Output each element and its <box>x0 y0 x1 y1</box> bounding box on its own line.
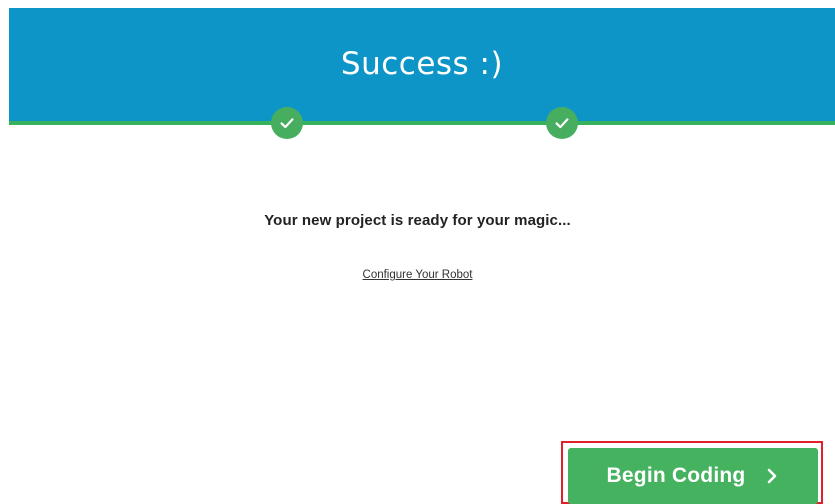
step-1-checkmark-icon <box>271 107 303 139</box>
chevron-right-icon <box>768 468 777 484</box>
progress-line <box>9 121 835 125</box>
ready-message: Your new project is ready for your magic… <box>264 212 571 229</box>
configure-robot-link[interactable]: Configure Your Robot <box>363 269 473 281</box>
configure-link-container: Configure Your Robot <box>0 265 835 283</box>
success-page: Success :) Your new project is ready for… <box>0 0 835 504</box>
header-banner: Success :) <box>9 8 835 122</box>
step-2-checkmark-icon <box>546 107 578 139</box>
begin-coding-label: Begin Coding <box>606 464 746 487</box>
page-title: Success :) <box>340 46 504 82</box>
begin-coding-button[interactable]: Begin Coding <box>568 448 818 504</box>
checkmark-icon <box>280 118 294 129</box>
checkmark-icon <box>555 118 569 129</box>
